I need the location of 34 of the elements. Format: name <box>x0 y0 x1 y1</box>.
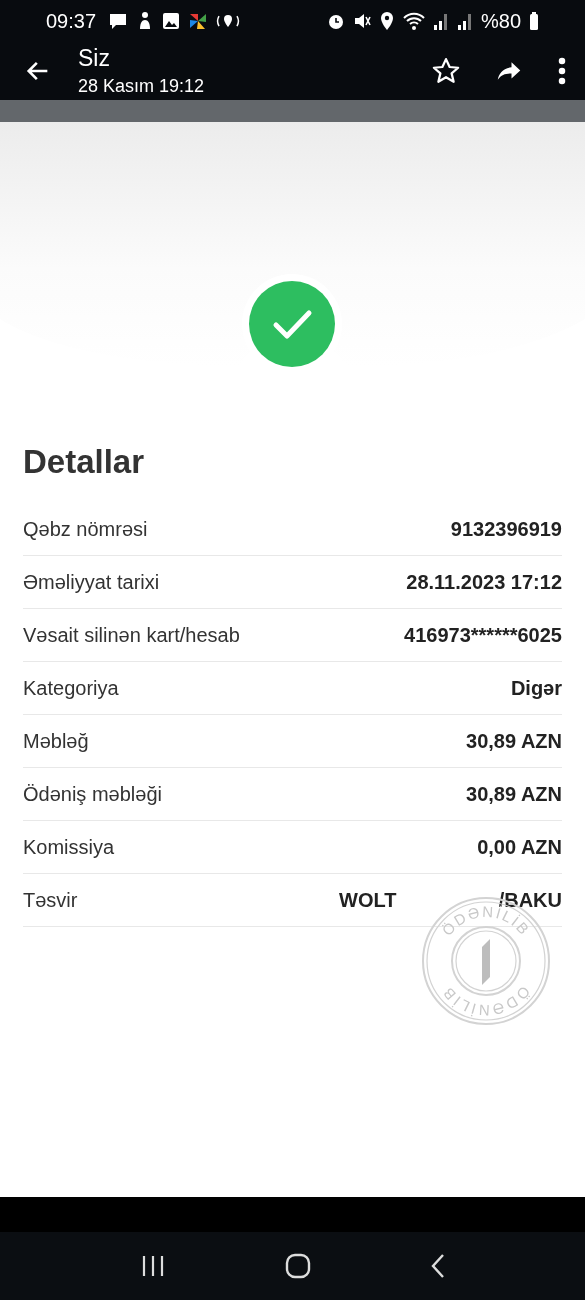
status-time: 09:37 <box>46 9 97 33</box>
star-icon <box>431 56 461 86</box>
section-title: Detallar <box>23 443 146 481</box>
wifi-icon <box>402 11 425 31</box>
detail-label: Məbləğ <box>23 729 89 753</box>
detail-label: Komissiya <box>23 835 115 859</box>
app-bar-subtitle: 28 Kasım 19:12 <box>78 75 206 97</box>
back-nav-button[interactable] <box>429 1253 446 1279</box>
battery-icon <box>529 11 539 31</box>
image-icon <box>162 11 181 31</box>
signal-icon <box>432 11 449 31</box>
detail-label: Ödəniş məbləği <box>23 782 162 806</box>
detail-value: 30,89 AZN <box>466 729 562 753</box>
detail-value: 0,00 AZN <box>477 835 562 859</box>
detail-label: Vəsait silinən kart/hesab <box>23 623 240 647</box>
detail-value: Digər <box>510 676 562 700</box>
home-button[interactable] <box>284 1253 311 1279</box>
more-icon <box>557 56 567 86</box>
signal-icon <box>456 11 473 31</box>
app-bar-title: Siz <box>78 45 111 71</box>
mute-icon <box>352 11 371 31</box>
detail-value: 28.11.2023 17:12 <box>406 570 562 594</box>
detail-label: Əməliyyat tarixi <box>23 570 160 594</box>
message-icon <box>108 11 129 31</box>
detail-value: WOLT <box>339 888 397 912</box>
detail-label: Kategoriya <box>23 676 119 700</box>
detail-value: 9132396919 <box>450 517 562 541</box>
detail-value: 30,89 AZN <box>466 782 562 806</box>
location-icon <box>378 11 395 31</box>
detail-label: Təsvir <box>23 888 78 912</box>
detail-label: Qəbz nömrəsi <box>23 517 148 541</box>
detail-value: 416973******6025 <box>404 623 562 647</box>
battery-percent: %80 <box>480 9 521 33</box>
pinwheel-icon <box>188 11 209 31</box>
